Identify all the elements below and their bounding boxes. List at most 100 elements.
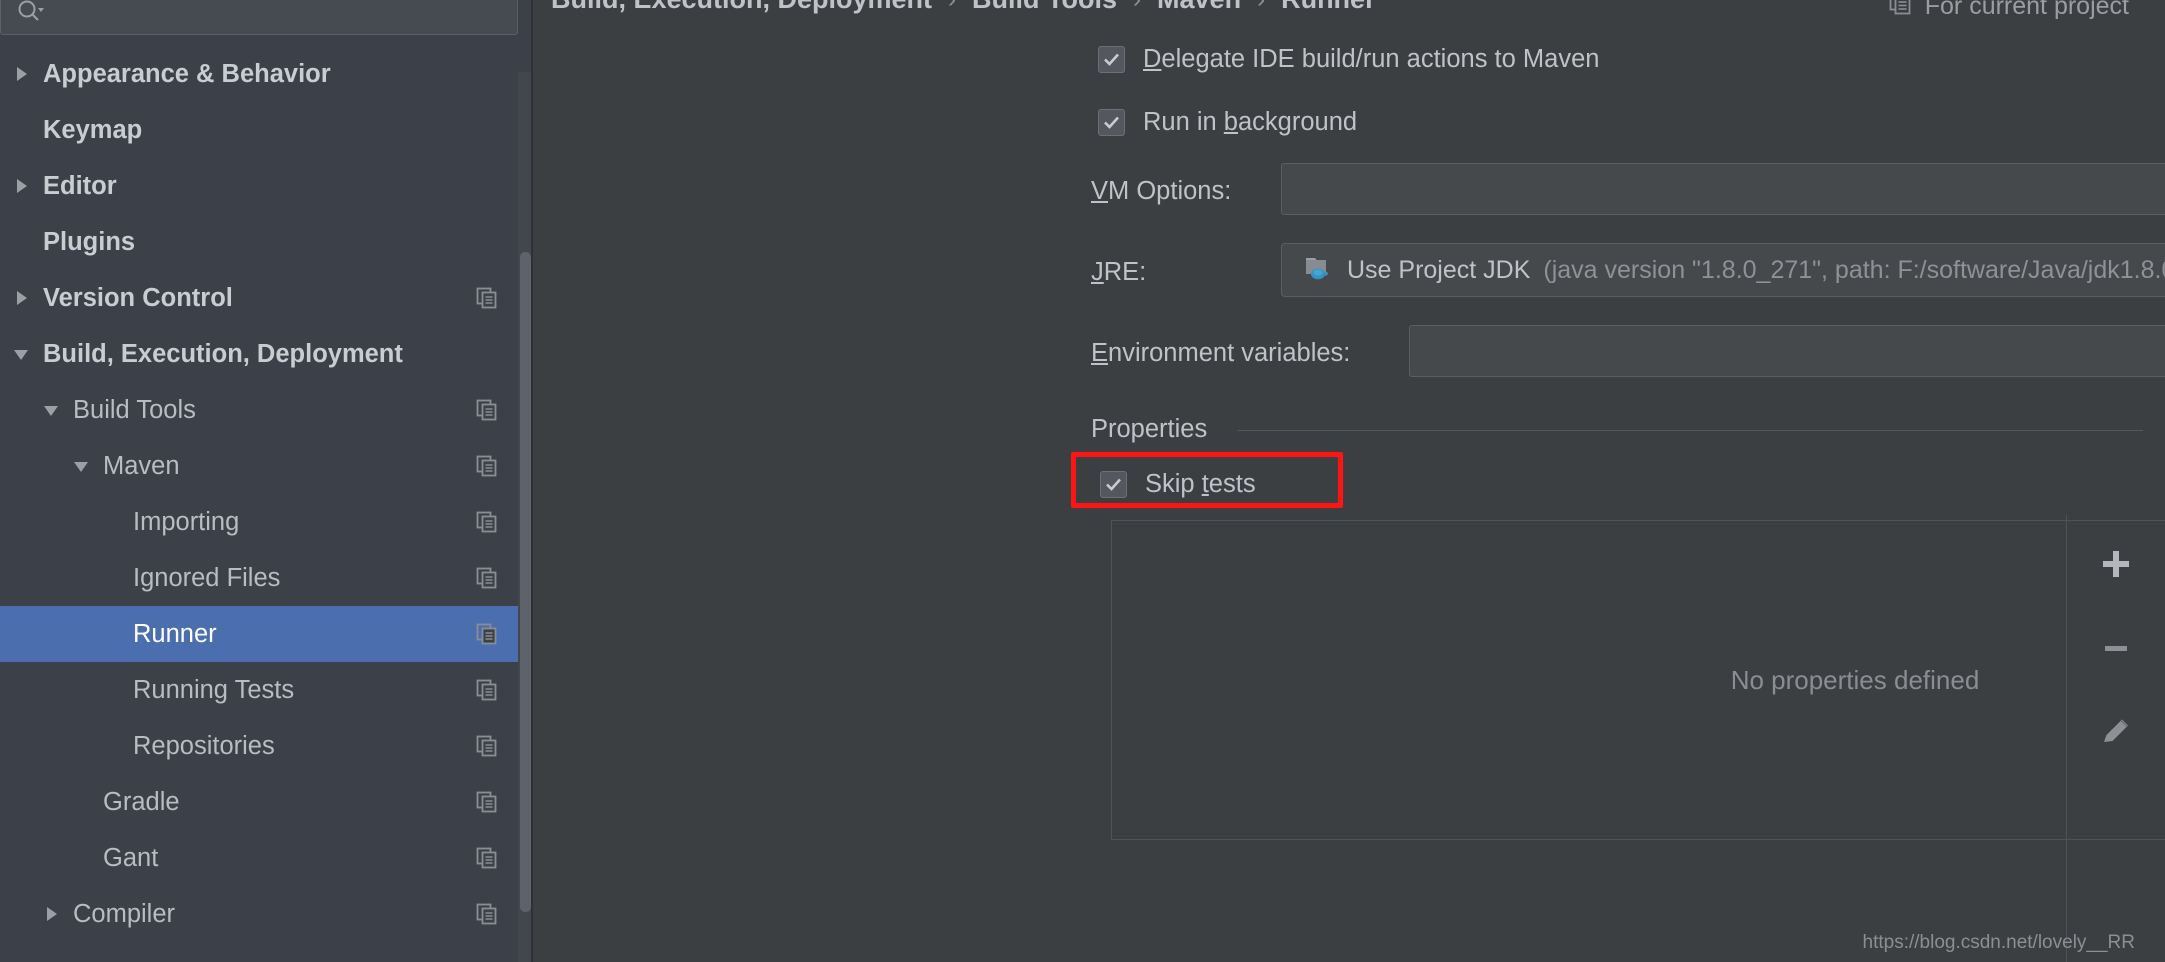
run-bg-label-before: Run in (1143, 108, 1224, 136)
copy-icon (474, 733, 500, 759)
breadcrumb-item-3[interactable]: Maven (1157, 0, 1241, 15)
sidebar-item-plugins[interactable]: Plugins (0, 214, 533, 270)
chevron-down-icon[interactable] (38, 397, 64, 423)
sidebar-item-label: Version Control (43, 283, 233, 312)
run-in-background-checkbox[interactable] (1098, 109, 1125, 136)
sidebar-item-label: Appearance & Behavior (43, 59, 331, 88)
copy-icon (474, 845, 500, 871)
sidebar-item-importing[interactable]: Importing (0, 494, 533, 550)
breadcrumb-item-2[interactable]: Build Tools (972, 0, 1117, 15)
vm-options-input[interactable] (1281, 163, 2165, 215)
search-input[interactable] (0, 0, 518, 35)
jre-label: JRE: (1091, 258, 1146, 287)
delegate-mnemonic: D (1143, 45, 1162, 73)
add-property-button[interactable] (2087, 535, 2145, 593)
properties-section-divider (1238, 430, 2143, 431)
copy-icon (474, 901, 500, 927)
sidebar-scrollbar-thumb[interactable] (520, 252, 531, 912)
jre-select[interactable]: Use Project JDK (java version "1.8.0_271… (1281, 243, 2165, 297)
sidebar-item-label: Ignored Files (133, 563, 281, 592)
sidebar-item-label: Build, Execution, Deployment (43, 339, 403, 368)
jre-label-after: RE: (1103, 258, 1147, 286)
sidebar-item-label: Gant (103, 843, 159, 872)
sidebar-item-editor[interactable]: Editor (0, 158, 533, 214)
watermark-text: https://blog.csdn.net/lovely__RR (1862, 932, 2136, 953)
chevron-right-icon[interactable] (8, 173, 34, 199)
edit-property-button[interactable] (2087, 703, 2145, 761)
chevron-down-icon[interactable] (68, 453, 94, 479)
search-icon (15, 0, 45, 27)
delegate-to-maven-checkbox-row[interactable]: Delegate IDE build/run actions to Maven (1098, 45, 1599, 74)
jre-detail-text: (java version "1.8.0_271", path: F:/soft… (1543, 255, 2165, 284)
sidebar-item-label: Editor (43, 171, 117, 200)
env-label-after: nvironment variables: (1108, 339, 1351, 367)
sidebar-item-maven[interactable]: Maven (0, 438, 533, 494)
skip-tests-annotation-box (1071, 452, 1343, 508)
chevron-down-icon[interactable] (8, 341, 34, 367)
sidebar-item-appearance-behavior[interactable]: Appearance & Behavior (0, 46, 533, 102)
sidebar-item-build-execution-deployment[interactable]: Build, Execution, Deployment (0, 326, 533, 382)
project-scope-label: For current project (1924, 0, 2129, 20)
properties-toolbar (2066, 515, 2165, 962)
copy-icon (474, 509, 500, 535)
sidebar-item-label: Running Tests (133, 675, 295, 704)
run-in-background-checkbox-row[interactable]: Run in background (1098, 108, 1357, 137)
properties-section-title: Properties (1091, 415, 1208, 443)
sidebar-item-gant[interactable]: Gant (0, 830, 533, 886)
sidebar-item-label: Maven (103, 451, 180, 480)
run-bg-mnemonic: b (1223, 108, 1238, 136)
delegate-to-maven-checkbox[interactable] (1098, 46, 1125, 73)
chevron-right-icon[interactable] (8, 285, 34, 311)
run-bg-label-after: ackground (1237, 108, 1358, 136)
sidebar-item-label: Importing (133, 507, 240, 536)
copy-icon (474, 397, 500, 423)
sidebar-item-label: Compiler (73, 899, 176, 928)
sidebar-item-gradle[interactable]: Gradle (0, 774, 533, 830)
properties-list-panel[interactable] (1111, 520, 2165, 840)
copy-icon (1887, 0, 1913, 23)
copy-icon (474, 565, 500, 591)
jre-value-text: Use Project JDK (1347, 255, 1531, 284)
sidebar-item-keymap[interactable]: Keymap (0, 102, 533, 158)
copy-icon (474, 677, 500, 703)
sidebar-item-ignored-files[interactable]: Ignored Files (0, 550, 533, 606)
sidebar-item-label: Keymap (43, 115, 143, 144)
jre-mnemonic: J (1091, 258, 1104, 286)
copy-icon (474, 453, 500, 479)
run-in-background-label: Run in background (1143, 108, 1357, 137)
breadcrumb-item-4: Runner (1281, 0, 1376, 15)
sidebar-item-label: Gradle (103, 787, 180, 816)
sidebar-item-runner[interactable]: Runner (0, 606, 533, 662)
vm-options-label-after: M Options: (1108, 177, 1232, 205)
settings-main-panel: Build, Execution, Deployment›Build Tools… (533, 0, 2165, 962)
env-mnemonic: E (1091, 339, 1109, 367)
settings-tree[interactable]: Appearance & Behavior Keymap Editor Plugins… (0, 46, 533, 962)
sidebar-item-label: Build Tools (73, 395, 196, 424)
remove-property-button[interactable] (2087, 619, 2145, 677)
jre-selected-value: Use Project JDK (java version "1.8.0_271… (1282, 254, 2165, 287)
breadcrumb-separator: › (1241, 0, 1281, 14)
sidebar-item-label: Runner (133, 619, 217, 648)
sidebar-item-label: Repositories (133, 731, 275, 760)
copy-icon (474, 621, 500, 647)
environment-variables-input[interactable] (1409, 325, 2165, 377)
breadcrumb-separator: › (932, 0, 972, 14)
chevron-right-icon[interactable] (38, 901, 64, 927)
copy-icon (474, 285, 500, 311)
copy-icon (474, 789, 500, 815)
settings-dialog: Appearance & Behavior Keymap Editor Plugins… (0, 0, 2165, 962)
environment-variables-label: Environment variables: (1091, 339, 1350, 368)
jdk-folder-icon (1304, 254, 1334, 287)
sidebar-item-repositories[interactable]: Repositories (0, 718, 533, 774)
sidebar-item-running-tests[interactable]: Running Tests (0, 662, 533, 718)
sidebar-item-compiler[interactable]: Compiler (0, 886, 533, 942)
sidebar-item-label: Plugins (43, 227, 136, 256)
sidebar-item-version-control[interactable]: Version Control (0, 270, 533, 326)
sidebar-item-build-tools[interactable]: Build Tools (0, 382, 533, 438)
vm-options-label: VM Options: (1091, 177, 1231, 206)
breadcrumb-separator: › (1117, 0, 1157, 14)
delegate-to-maven-label: Delegate IDE build/run actions to Maven (1143, 45, 1599, 74)
breadcrumb-item-1[interactable]: Build, Execution, Deployment (551, 0, 932, 15)
chevron-right-icon[interactable] (8, 61, 34, 87)
settings-sidebar: Appearance & Behavior Keymap Editor Plugins… (0, 0, 533, 962)
